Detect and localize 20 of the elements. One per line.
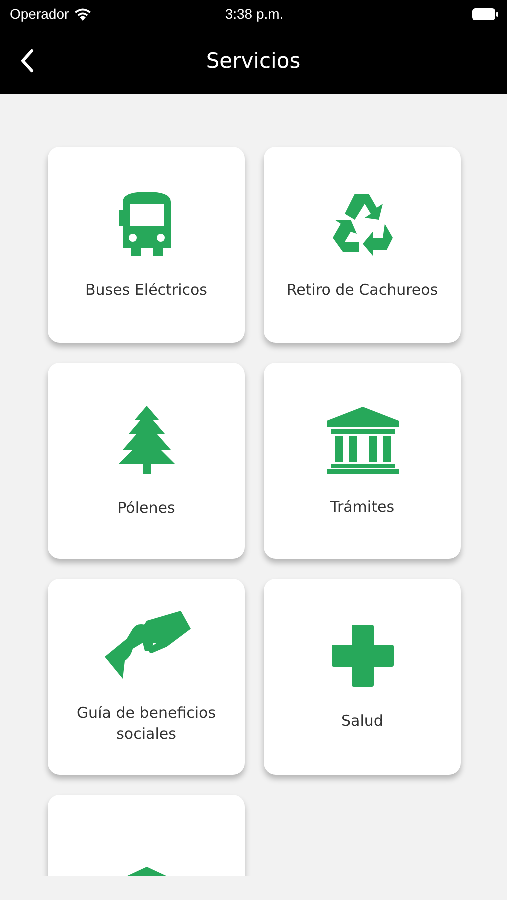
service-label: Trámites <box>329 496 396 518</box>
wifi-icon <box>74 8 92 20</box>
status-time: 3:38 p.m. <box>224 6 285 22</box>
service-card[interactable]: Guía de beneficios sociales <box>48 579 245 775</box>
service-card[interactable]: Pólenes <box>48 363 245 559</box>
back-icon <box>20 49 34 73</box>
service-label: Buses Eléctricos <box>84 280 208 300</box>
building-icon <box>324 404 400 474</box>
service-card[interactable]: Retiro de Cachureos <box>264 147 461 343</box>
service-label: Salud <box>340 710 384 732</box>
service-card[interactable]: Buses Eléctricos <box>48 147 245 343</box>
battery-icon <box>472 8 499 20</box>
service-label: Guía de beneficios sociales <box>76 703 218 745</box>
service-label: Retiro de Cachureos <box>286 280 440 300</box>
service-card[interactable]: Trámites <box>264 363 461 559</box>
screen-title: Servicios <box>206 49 301 73</box>
service-card[interactable]: Salud <box>264 579 461 775</box>
carrier-name: Operador <box>10 6 70 22</box>
cross-icon <box>330 622 396 688</box>
service-label: Pólenes <box>116 498 176 518</box>
